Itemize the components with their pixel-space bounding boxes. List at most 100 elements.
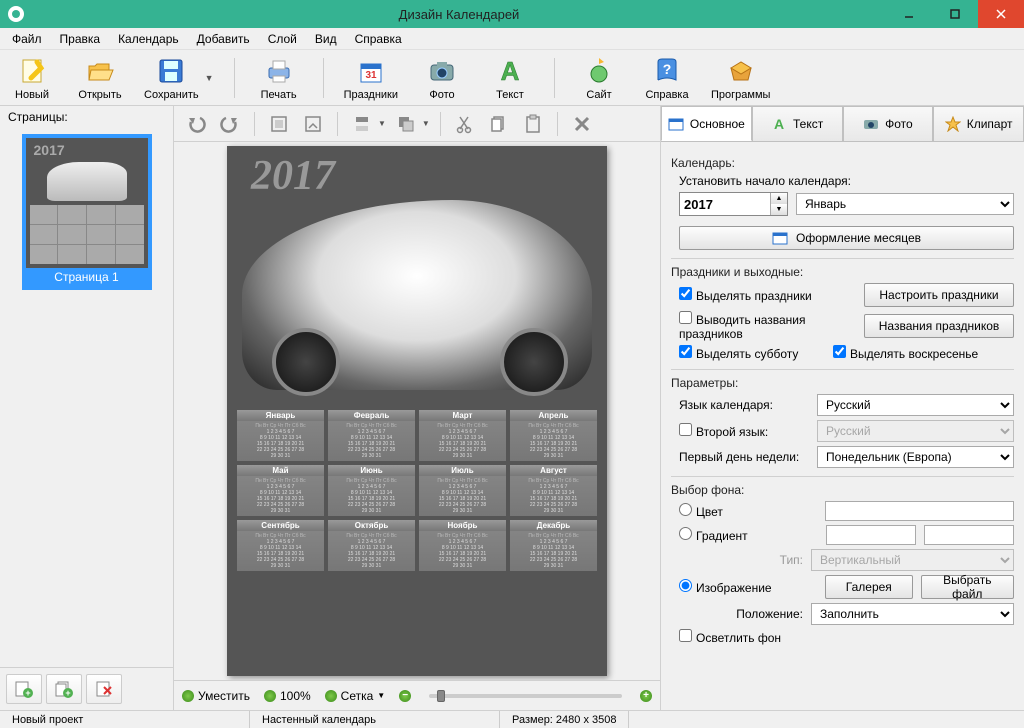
lighten-check[interactable]: Осветлить фон <box>679 629 809 645</box>
tb-programs[interactable]: Программы <box>711 55 770 101</box>
month-cell: ФевральПн Вт Ср Чт Пт Сб Вс1 2 3 4 5 6 7… <box>328 410 415 461</box>
menu-help[interactable]: Справка <box>347 30 410 48</box>
gallery-button[interactable]: Галерея <box>825 575 913 599</box>
tb-print[interactable]: Печать <box>255 55 303 101</box>
holiday-names-button[interactable]: Названия праздников <box>864 314 1014 338</box>
year-text: 2017 <box>227 146 607 200</box>
copy2-button[interactable] <box>485 110 513 138</box>
car-image <box>242 200 592 390</box>
svg-text:31: 31 <box>365 70 377 81</box>
zoom-out[interactable]: − <box>399 690 411 702</box>
months-design-button[interactable]: Оформление месяцев <box>679 226 1014 250</box>
zoom-icon <box>264 690 276 702</box>
highlight-sun-check[interactable]: Выделять воскресенье <box>833 345 978 361</box>
month-cell: НоябрьПн Вт Ср Чт Пт Сб Вс1 2 3 4 5 6 78… <box>419 520 506 571</box>
config-holidays-button[interactable]: Настроить праздники <box>864 283 1014 307</box>
calendar-page[interactable]: 2017 ЯнварьПн Вт Ср Чт Пт Сб Вс1 2 3 4 5… <box>227 146 607 676</box>
first-day-label: Первый день недели: <box>679 450 809 464</box>
second-lang-check[interactable]: Второй язык: <box>679 423 809 439</box>
year-input[interactable] <box>680 193 770 215</box>
tb-site[interactable]: Сайт <box>575 55 623 101</box>
plus-icon: + <box>640 690 652 702</box>
status-project: Новый проект <box>0 711 250 728</box>
choose-file-button[interactable]: Выбрать файл <box>921 575 1014 599</box>
tb-save[interactable]: Сохранить <box>144 55 199 101</box>
cut-button[interactable] <box>451 110 479 138</box>
pages-panel: Страницы: 2017 Страница 1 + + <box>0 106 174 710</box>
menubar: Файл Правка Календарь Добавить Слой Вид … <box>0 28 1024 50</box>
menu-edit[interactable]: Правка <box>52 30 109 48</box>
chevron-down-icon[interactable]: ▼ <box>205 73 214 83</box>
tab-clipart[interactable]: Клипарт <box>933 106 1024 141</box>
copy-button[interactable] <box>265 110 293 138</box>
tab-photo[interactable]: Фото <box>843 106 934 141</box>
tb-help[interactable]: ?Справка <box>643 55 691 101</box>
duplicate-page-button[interactable]: + <box>46 674 82 704</box>
second-lang-select: Русский <box>817 420 1014 442</box>
grad-type-label: Тип: <box>703 553 803 567</box>
highlight-sat-check[interactable]: Выделять субботу <box>679 345 809 361</box>
zoom-fit[interactable]: Уместить <box>182 689 250 703</box>
tab-text[interactable]: AТекст <box>752 106 843 141</box>
svg-text:+: + <box>25 688 30 698</box>
grid-icon <box>325 690 337 702</box>
bg-color-radio[interactable]: Цвет <box>679 503 809 519</box>
bg-image-radio[interactable]: Изображение <box>679 579 809 595</box>
align-button[interactable] <box>348 110 376 138</box>
zoom-in[interactable]: + <box>640 690 652 702</box>
menu-calendar[interactable]: Календарь <box>110 30 187 48</box>
set-start-label: Установить начало календаря: <box>679 174 1014 188</box>
calendar-grid: ЯнварьПн Вт Ср Чт Пт Сб Вс1 2 3 4 5 6 78… <box>237 410 597 571</box>
status-type: Настенный календарь <box>250 711 500 728</box>
position-select[interactable]: Заполнить <box>811 603 1014 625</box>
bg-gradient-radio[interactable]: Градиент <box>679 527 809 543</box>
minimize-button[interactable] <box>886 0 932 28</box>
arrange-button[interactable] <box>392 110 420 138</box>
menu-layer[interactable]: Слой <box>260 30 305 48</box>
grad-swatch1[interactable] <box>826 525 916 545</box>
canvas-area[interactable]: 2017 ЯнварьПн Вт Ср Чт Пт Сб Вс1 2 3 4 5… <box>174 142 660 680</box>
calendar-icon <box>772 230 788 246</box>
first-day-select[interactable]: Понедельник (Европа) <box>817 446 1014 468</box>
close-button[interactable] <box>978 0 1024 28</box>
color-swatch[interactable] <box>825 501 1014 521</box>
tb-open[interactable]: Открыть <box>76 55 124 101</box>
tb-text[interactable]: AТекст <box>486 55 534 101</box>
fit-icon <box>182 690 194 702</box>
start-month-select[interactable]: Январь <box>796 193 1014 215</box>
tb-new[interactable]: Новый <box>8 55 56 101</box>
undo-button[interactable] <box>182 110 210 138</box>
year-up[interactable]: ▲ <box>771 193 787 204</box>
svg-text:A: A <box>501 56 520 86</box>
zoom-slider[interactable] <box>429 694 622 698</box>
pages-header: Страницы: <box>0 106 173 128</box>
tb-holidays[interactable]: 31Праздники <box>344 55 398 101</box>
year-down[interactable]: ▼ <box>771 204 787 215</box>
redo-button[interactable] <box>216 110 244 138</box>
tb-photo[interactable]: Фото <box>418 55 466 101</box>
delete-button[interactable] <box>568 110 596 138</box>
month-cell: АвгустПн Вт Ср Чт Пт Сб Вс1 2 3 4 5 6 78… <box>510 465 597 516</box>
show-holiday-names-check[interactable]: Выводить названия праздников <box>679 311 856 341</box>
month-cell: ЯнварьПн Вт Ср Чт Пт Сб Вс1 2 3 4 5 6 78… <box>237 410 324 461</box>
tab-main[interactable]: Основное <box>661 106 752 141</box>
status-bar: Новый проект Настенный календарь Размер:… <box>0 710 1024 728</box>
menu-file[interactable]: Файл <box>4 30 50 48</box>
clipboard-button[interactable] <box>519 110 547 138</box>
menu-add[interactable]: Добавить <box>189 30 258 48</box>
add-page-button[interactable]: + <box>6 674 42 704</box>
maximize-button[interactable] <box>932 0 978 28</box>
zoom-100[interactable]: 100% <box>264 689 311 703</box>
menu-view[interactable]: Вид <box>307 30 345 48</box>
page-thumbnail[interactable]: 2017 Страница 1 <box>22 134 152 290</box>
zoom-grid[interactable]: Сетка ▼ <box>325 689 386 703</box>
year-spinner[interactable]: ▲▼ <box>679 192 788 216</box>
month-cell: ДекабрьПн Вт Ср Чт Пт Сб Вс1 2 3 4 5 6 7… <box>510 520 597 571</box>
highlight-holidays-check[interactable]: Выделять праздники <box>679 287 856 303</box>
lang-select[interactable]: Русский <box>817 394 1014 416</box>
delete-page-button[interactable] <box>86 674 122 704</box>
minus-icon: − <box>399 690 411 702</box>
grad-swatch2[interactable] <box>924 525 1014 545</box>
paste-button[interactable] <box>299 110 327 138</box>
month-cell: МайПн Вт Ср Чт Пт Сб Вс1 2 3 4 5 6 78 9 … <box>237 465 324 516</box>
